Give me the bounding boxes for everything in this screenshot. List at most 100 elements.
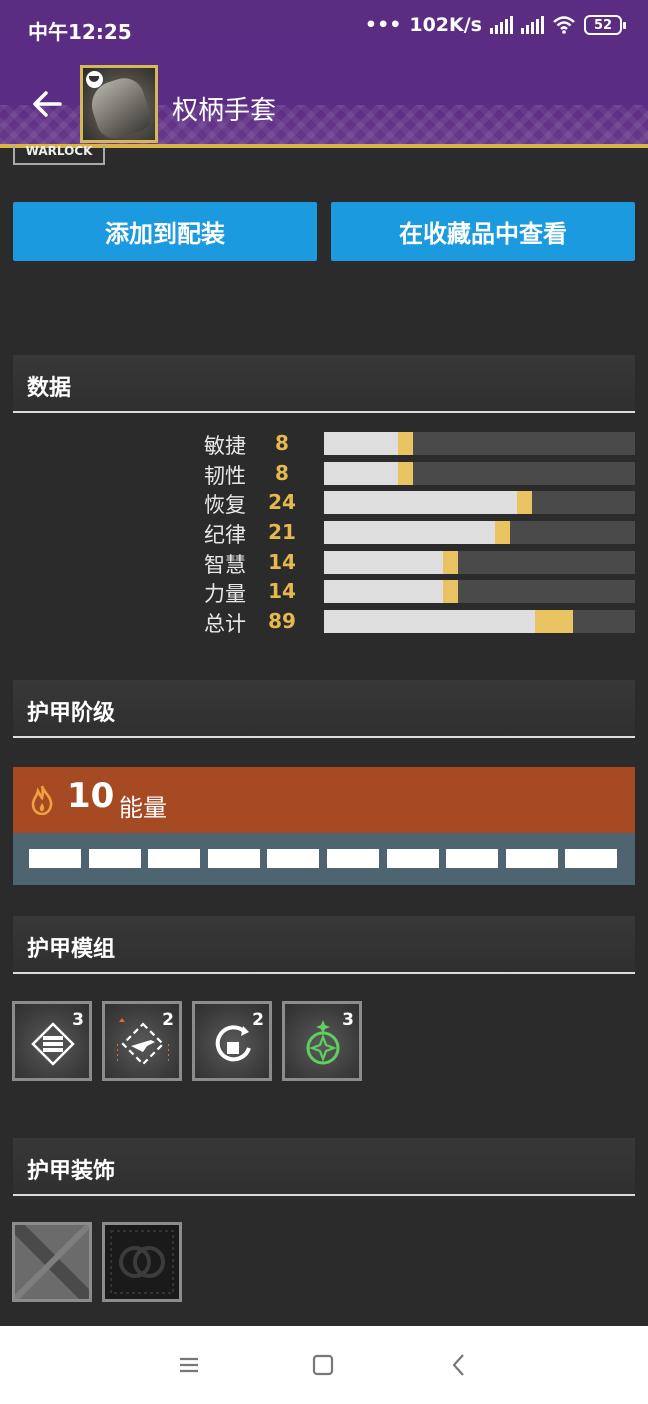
stat-bar bbox=[324, 462, 635, 485]
energy-cell bbox=[386, 849, 439, 868]
stat-value: 24 bbox=[268, 490, 296, 514]
stat-bar-cap bbox=[535, 610, 574, 633]
energy-cell bbox=[267, 849, 320, 868]
recents-button[interactable] bbox=[174, 1350, 204, 1380]
energy-cell bbox=[29, 849, 81, 868]
stat-value: 8 bbox=[275, 431, 289, 455]
stat-bar-fill bbox=[324, 610, 536, 633]
stat-row: 恢复 24 bbox=[0, 490, 648, 517]
stat-name: 力量 bbox=[204, 582, 246, 606]
stat-row: 纪律 21 bbox=[0, 520, 648, 547]
stat-name: 恢复 bbox=[204, 493, 246, 517]
stat-bar bbox=[324, 610, 635, 633]
armor-tier-section-header: 护甲阶级 bbox=[13, 680, 635, 738]
battery-icon: 52 bbox=[584, 15, 626, 35]
stat-bar-fill bbox=[324, 521, 495, 544]
energy-cell bbox=[565, 849, 618, 868]
status-icons: ••• 102K/s 52 bbox=[364, 14, 626, 36]
armor-tier-title: 护甲阶级 bbox=[27, 701, 116, 726]
status-dots: ••• bbox=[364, 14, 402, 36]
view-in-collections-button[interactable]: 在收藏品中查看 bbox=[331, 202, 635, 261]
stat-bar-cap bbox=[516, 491, 532, 514]
energy-cell bbox=[88, 849, 141, 868]
stat-bar bbox=[324, 551, 635, 574]
grenade-loader-icon bbox=[215, 1025, 251, 1062]
stat-bar bbox=[324, 580, 635, 603]
menu-icon bbox=[180, 1357, 198, 1373]
item-icon-gauntlets bbox=[80, 65, 158, 143]
stat-row: 敏捷 8 bbox=[0, 431, 648, 458]
armor-ornaments-section-header: 护甲装饰 bbox=[13, 1138, 635, 1196]
home-button[interactable] bbox=[308, 1350, 338, 1380]
stat-bar bbox=[324, 432, 635, 455]
back-button[interactable] bbox=[28, 86, 66, 122]
default-ornament-icon bbox=[110, 1230, 174, 1294]
chevron-left-icon bbox=[452, 1354, 464, 1376]
armor-mods-title: 护甲模组 bbox=[27, 937, 116, 962]
stat-row: 智慧 14 bbox=[0, 550, 648, 577]
energy-cell bbox=[446, 849, 499, 868]
stat-bar-fill bbox=[324, 432, 399, 455]
stat-bar bbox=[324, 521, 635, 544]
energy-cell bbox=[505, 849, 558, 868]
mod-slot-weapon-targeting[interactable]: 2 bbox=[102, 1001, 182, 1081]
stat-row: 韧性 8 bbox=[0, 461, 648, 488]
stat-name: 敏捷 bbox=[204, 434, 246, 458]
empty-ornament-icon bbox=[15, 1225, 89, 1299]
ammo-finder-icon bbox=[31, 1022, 75, 1066]
weapon-targeting-icon bbox=[117, 1018, 169, 1066]
stat-bar-fill bbox=[324, 462, 399, 485]
energy-cell bbox=[327, 849, 379, 868]
wifi-icon bbox=[553, 16, 575, 34]
energy-cell bbox=[207, 849, 260, 868]
home-square-icon bbox=[312, 1354, 334, 1376]
system-nav-bar bbox=[0, 1326, 648, 1404]
stats-title: 数据 bbox=[27, 376, 72, 401]
armor-ornaments-title: 护甲装饰 bbox=[27, 1159, 116, 1184]
signal-icon-2 bbox=[521, 16, 544, 34]
page-title: 权柄手套 bbox=[172, 96, 277, 126]
network-speed: 102K/s bbox=[409, 14, 482, 36]
stat-bar bbox=[324, 491, 635, 514]
add-to-loadout-button[interactable]: 添加到配装 bbox=[13, 202, 317, 261]
stat-value: 14 bbox=[268, 550, 296, 574]
stat-row: 力量 14 bbox=[0, 579, 648, 606]
ornament-slot-default[interactable] bbox=[102, 1222, 182, 1302]
back-arrow-icon bbox=[33, 91, 62, 117]
stat-bar-cap bbox=[494, 521, 510, 544]
class-tag: WARLOCK bbox=[13, 145, 105, 165]
stats-section-header: 数据 bbox=[13, 355, 635, 413]
ornament-slot-empty[interactable] bbox=[12, 1222, 92, 1302]
strand-siphon-icon bbox=[306, 1020, 340, 1065]
energy-value: 10 bbox=[67, 776, 115, 816]
stat-bar-cap bbox=[398, 462, 414, 485]
stat-bar-cap bbox=[398, 432, 414, 455]
signal-icon bbox=[490, 16, 513, 34]
energy-cell bbox=[148, 849, 201, 868]
stat-name: 韧性 bbox=[204, 464, 246, 488]
stat-bar-cap bbox=[442, 551, 458, 574]
flame-icon bbox=[31, 785, 53, 815]
energy-panel: 10 能量 bbox=[13, 767, 635, 833]
class-badge-icon bbox=[86, 71, 103, 88]
stat-name: 总计 bbox=[204, 612, 246, 636]
status-bar: 中午12:25 ••• 102K/s 52 bbox=[0, 0, 648, 56]
stat-bar-fill bbox=[324, 580, 443, 603]
mod-slot-strand-siphon[interactable]: 3 bbox=[282, 1001, 362, 1081]
stat-bar-cap bbox=[442, 580, 458, 603]
stat-name: 智慧 bbox=[204, 553, 246, 577]
stat-bar-fill bbox=[324, 491, 517, 514]
stat-name: 纪律 bbox=[204, 523, 246, 547]
system-back-button[interactable] bbox=[444, 1350, 474, 1380]
stat-row-total: 总计 89 bbox=[0, 609, 648, 636]
energy-label: 能量 bbox=[119, 794, 167, 822]
status-time: 中午12:25 bbox=[28, 20, 132, 44]
stat-value: 89 bbox=[268, 609, 296, 633]
stat-value: 21 bbox=[268, 520, 296, 544]
armor-mods-section-header: 护甲模组 bbox=[13, 916, 635, 974]
stat-bar-fill bbox=[324, 551, 443, 574]
energy-meter bbox=[13, 833, 635, 885]
mod-slot-grenade-loader[interactable]: 2 bbox=[192, 1001, 272, 1081]
stat-value: 14 bbox=[268, 579, 296, 603]
mod-slot-ammo-finder[interactable]: 3 bbox=[12, 1001, 92, 1081]
